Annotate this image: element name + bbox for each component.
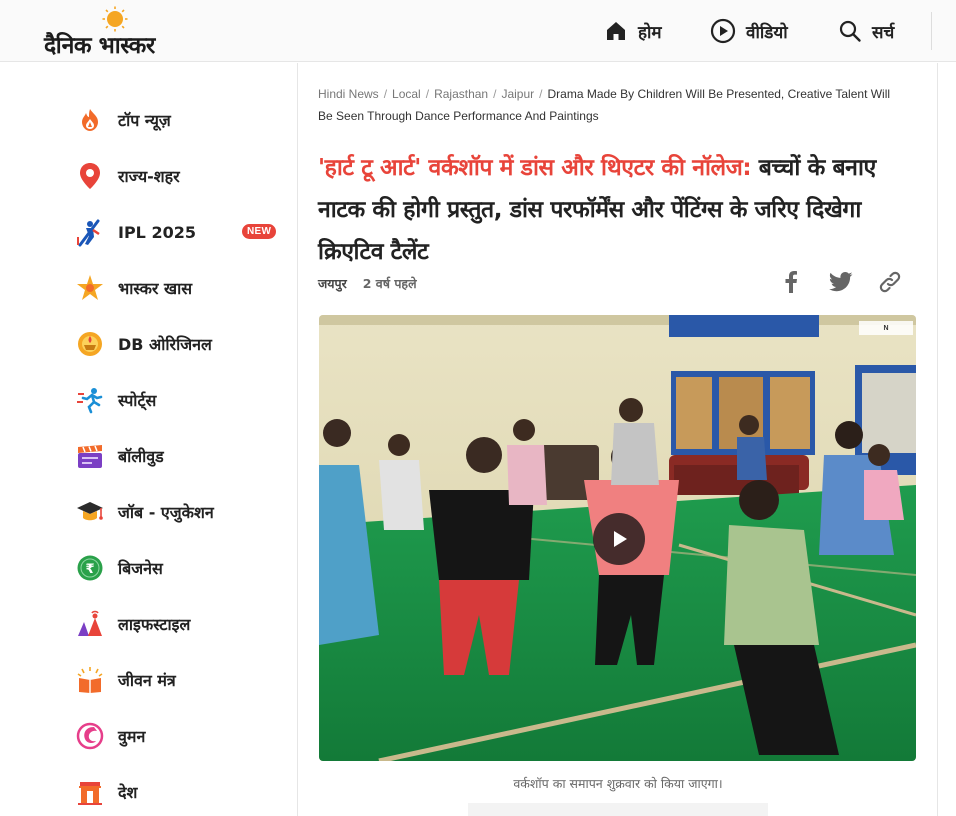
woman-icon [76, 722, 104, 750]
sidebar-item-label: स्पोर्ट्स [118, 391, 157, 410]
breadcrumb-jaipur[interactable]: Jaipur [501, 87, 534, 101]
graduation-cap-icon [76, 498, 104, 526]
india-gate-icon [76, 778, 104, 806]
sidebar-item-bollywood[interactable]: बॉलीवुड [76, 436, 276, 476]
dainik-bhaskar-logo[interactable]: दैनिक भास्कर [44, 6, 194, 59]
svg-text:₹: ₹ [85, 562, 94, 577]
breadcrumb-separator: / [383, 87, 388, 101]
sidebar-item-label: DB ओरिजिनल [118, 335, 212, 354]
breadcrumb-rajasthan[interactable]: Rajasthan [434, 87, 488, 101]
sidebar-item-label: टॉप न्यूज़ [118, 111, 171, 130]
fire-icon [76, 106, 104, 134]
clapperboard-icon [76, 442, 104, 470]
sidebar-item-label: लाइफस्टाइल [118, 615, 191, 634]
sidebar-item-ipl[interactable]: IPL 2025 NEW [76, 212, 277, 252]
share-facebook-button[interactable] [778, 269, 804, 295]
link-icon [879, 271, 901, 293]
headline-highlight: 'हार्ट टू आर्ट' वर्कशॉप में डांस और थिएट… [318, 155, 752, 181]
sidebar-item-label: वुमन [118, 727, 146, 746]
sidebar-item-desh[interactable]: देश [76, 772, 276, 812]
play-button[interactable] [593, 513, 645, 565]
sidebar-item-label: राज्य-शहर [118, 167, 180, 186]
header-divider [931, 12, 932, 50]
nav-video-label: वीडियो [746, 22, 788, 43]
book-icon [76, 666, 104, 694]
star-burst-icon [76, 274, 104, 302]
location-pin-icon [76, 162, 104, 190]
new-badge: NEW [242, 224, 277, 239]
sidebar-item-label: भास्कर खास [118, 279, 193, 298]
article-video-player[interactable]: N [319, 315, 916, 761]
sidebar-item-lifestyle[interactable]: लाइफस्टाइल [76, 604, 276, 644]
breadcrumb: Hindi News / Local / Rajasthan / Jaipur / Drama … [318, 83, 908, 127]
search-icon [839, 20, 861, 42]
sidebar-item-job-education[interactable]: जॉब - एजुकेशन [76, 492, 276, 532]
facebook-icon [785, 271, 797, 293]
share-twitter-button[interactable] [828, 269, 854, 295]
right-divider [937, 63, 938, 816]
sidebar-item-label: बिजनेस [118, 559, 163, 578]
copy-link-button[interactable] [877, 269, 903, 295]
lifestyle-icon [76, 610, 104, 638]
sidebar-item-db-original[interactable]: DB ओरिजिनल [76, 324, 276, 364]
site-header: दैनिक भास्कर होम वीडियो सर्च [0, 0, 956, 62]
nav-search-label: सर्च [872, 22, 895, 43]
diya-icon [76, 330, 104, 358]
article-meta: जयपुर 2 वर्ष पहले [318, 275, 417, 292]
nav-home[interactable]: होम [604, 16, 662, 46]
cricket-batsman-icon [76, 218, 104, 247]
content-placeholder [468, 803, 768, 816]
breadcrumb-local[interactable]: Local [392, 87, 421, 101]
article-main: Hindi News / Local / Rajasthan / Jaipur / Drama … [318, 63, 918, 816]
rupee-coin-icon: ₹ [76, 554, 104, 582]
video-caption: वर्कशॉप का समापन शुक्रवार को किया जाएगा। [513, 776, 723, 791]
article-location[interactable]: जयपुर [318, 275, 347, 292]
twitter-icon [829, 272, 853, 292]
sidebar-item-jeevan-mantra[interactable]: जीवन मंत्र [76, 660, 276, 700]
sidebar-item-label: जीवन मंत्र [118, 671, 176, 690]
sidebar-item-sports[interactable]: स्पोर्ट्स [76, 380, 276, 420]
breadcrumb-separator: / [493, 87, 497, 101]
breadcrumb-hindi-news[interactable]: Hindi News [318, 87, 379, 101]
sidebar-item-business[interactable]: ₹ बिजनेस [76, 548, 276, 588]
sidebar-item-bhaskar-khas[interactable]: भास्कर खास [76, 268, 276, 308]
breadcrumb-separator: / [539, 87, 543, 101]
sidebar-item-state-city[interactable]: राज्य-शहर [76, 156, 276, 196]
breadcrumb-separator: / [425, 87, 430, 101]
sidebar: टॉप न्यूज़ राज्य-शहर IPL 2025 NEW भास्कर… [0, 63, 298, 816]
article-headline: 'हार्ट टू आर्ट' वर्कशॉप में डांस और थिएट… [318, 147, 913, 273]
nav-video[interactable]: वीडियो [710, 16, 788, 46]
sidebar-item-label: IPL 2025 [118, 222, 196, 242]
sidebar-item-top-news[interactable]: टॉप न्यूज़ [76, 100, 276, 140]
nav-home-label: होम [638, 22, 662, 43]
nav-search[interactable]: सर्च [838, 16, 894, 46]
logo-text: दैनिक भास्कर [44, 33, 155, 59]
sidebar-item-label: जॉब - एजुकेशन [118, 503, 214, 522]
runner-icon [76, 386, 104, 414]
sidebar-item-label: बॉलीवुड [118, 447, 164, 466]
play-circle-icon [710, 18, 736, 44]
home-icon [607, 22, 625, 40]
article-time: 2 वर्ष पहले [362, 276, 417, 291]
play-icon [614, 531, 627, 547]
sidebar-item-women[interactable]: वुमन [76, 716, 276, 756]
sidebar-item-label: देश [118, 783, 138, 802]
video-watermark: N [859, 321, 913, 335]
